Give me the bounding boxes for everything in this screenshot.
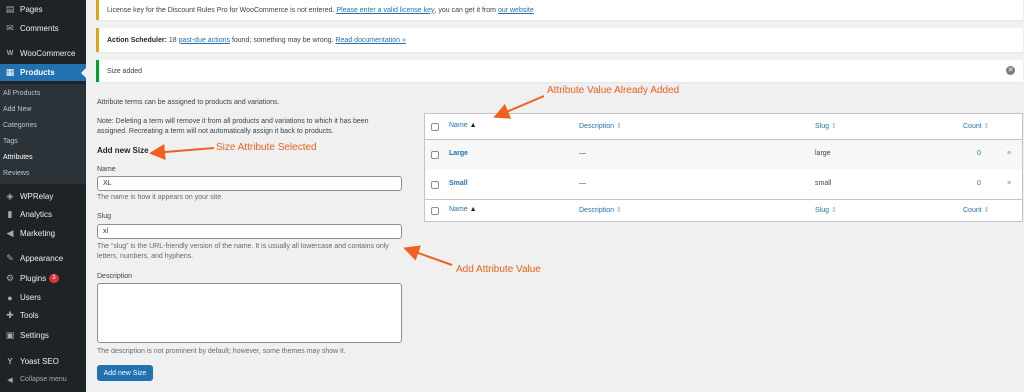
- annotation-arrows: [149, 95, 545, 266]
- arrow-to-slug-field: [403, 245, 453, 266]
- arrow-to-form-heading: [149, 144, 215, 160]
- arrow-to-existing-values: [493, 95, 545, 119]
- annotation-add-value: Add Attribute Value: [456, 264, 541, 275]
- annotation-size-selected: Size Attribute Selected: [216, 142, 317, 153]
- annotation-already-added: Attribute Value Already Added: [547, 85, 680, 96]
